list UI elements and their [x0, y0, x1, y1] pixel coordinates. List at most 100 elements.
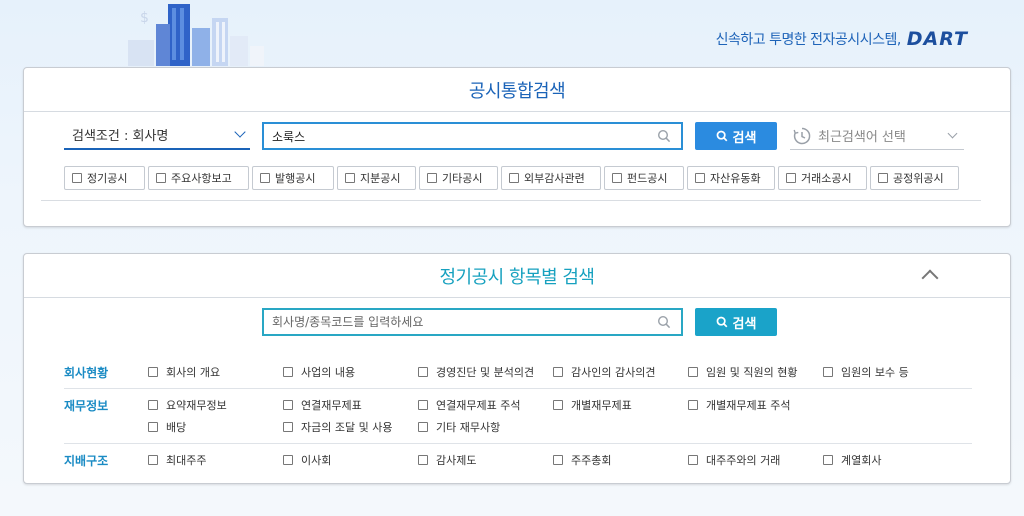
- item-checkbox[interactable]: 경영진단 및 분석의견: [418, 361, 553, 383]
- chevron-up-icon[interactable]: [921, 269, 939, 287]
- checkbox[interactable]: [260, 173, 270, 183]
- periodic-search-button-label: 검색: [732, 316, 757, 332]
- item-checkbox[interactable]: 대주주와의 거래: [688, 449, 823, 471]
- checkbox[interactable]: [688, 367, 698, 377]
- group-label: 회사현황: [64, 366, 109, 380]
- empty-slot: [823, 394, 958, 416]
- item-checkbox[interactable]: 배당: [148, 416, 283, 438]
- integrated-search-panel: 공시통합검색 검색조건 : 회사명 검색 최근검색어 선택 정기공시 주요사항보…: [23, 67, 1011, 227]
- divider: [41, 200, 981, 201]
- checkbox[interactable]: [878, 173, 888, 183]
- integrated-search-button-label: 검색: [732, 130, 757, 146]
- dart-logo[interactable]: DART: [907, 28, 968, 50]
- search-condition-label: 검색조건 : 회사명: [72, 128, 169, 144]
- category-checkbox[interactable]: 발행공시: [252, 166, 334, 190]
- item-checkbox[interactable]: 회사의 개요: [148, 361, 283, 383]
- checkbox[interactable]: [509, 173, 519, 183]
- item-checkbox[interactable]: 계열회사: [823, 449, 958, 471]
- checkbox[interactable]: [553, 400, 563, 410]
- checkbox[interactable]: [418, 367, 428, 377]
- checkbox[interactable]: [418, 400, 428, 410]
- category-checkbox[interactable]: 정기공시: [64, 166, 145, 190]
- group-governance: 지배구조 최대주주 이사회 감사제도 주주총회 대주주와의 거래 계열회사: [64, 444, 972, 476]
- checkbox[interactable]: [148, 455, 158, 465]
- checkbox[interactable]: [695, 173, 705, 183]
- checkbox[interactable]: [823, 455, 833, 465]
- checkbox[interactable]: [418, 422, 428, 432]
- category-checkbox[interactable]: 기타공시: [419, 166, 498, 190]
- header: $ 신속하고 투명한 전자공시시스템, DART: [0, 0, 1024, 66]
- company-search-input[interactable]: [264, 124, 657, 148]
- company-search-box[interactable]: [262, 122, 683, 150]
- checkbox[interactable]: [283, 422, 293, 432]
- checkbox[interactable]: [283, 367, 293, 377]
- search-icon[interactable]: [657, 129, 671, 143]
- checkbox[interactable]: [148, 400, 158, 410]
- checkbox[interactable]: [148, 422, 158, 432]
- integrated-search-title-bar: 공시통합검색: [24, 68, 1010, 112]
- category-checkbox[interactable]: 지분공시: [337, 166, 416, 190]
- group-label: 재무정보: [64, 399, 109, 413]
- integrated-search-title: 공시통합검색: [468, 80, 566, 102]
- periodic-search-title: 정기공시 항목별 검색: [439, 266, 595, 288]
- checkbox[interactable]: [786, 173, 796, 183]
- item-checkbox[interactable]: 임원의 보수 등: [823, 361, 958, 383]
- recent-search-label: 최근검색어 선택: [818, 130, 906, 145]
- category-checkbox[interactable]: 거래소공시: [778, 166, 867, 190]
- item-checkbox[interactable]: 자금의 조달 및 사용: [283, 416, 418, 438]
- item-checkbox[interactable]: 감사제도: [418, 449, 553, 471]
- checkbox[interactable]: [283, 455, 293, 465]
- checkbox[interactable]: [612, 173, 622, 183]
- city-buildings-illustration: $: [128, 4, 264, 66]
- item-checkbox[interactable]: 감사인의 감사의견: [553, 361, 688, 383]
- checkbox[interactable]: [283, 400, 293, 410]
- search-icon[interactable]: [657, 315, 671, 329]
- item-checkbox[interactable]: 이사회: [283, 449, 418, 471]
- search-icon: [716, 130, 727, 142]
- company-code-search-box[interactable]: [262, 308, 683, 336]
- item-checkbox[interactable]: 주주총회: [553, 449, 688, 471]
- disclosure-category-filters: 정기공시 주요사항보고 발행공시 지분공시 기타공시 외부감사관련 펀드공시 자…: [64, 166, 959, 190]
- checkbox[interactable]: [418, 455, 428, 465]
- checkbox[interactable]: [345, 173, 355, 183]
- periodic-search-title-bar: 정기공시 항목별 검색: [24, 254, 1010, 298]
- category-checkbox[interactable]: 외부감사관련: [501, 166, 601, 190]
- category-checkbox[interactable]: 펀드공시: [604, 166, 684, 190]
- item-checkbox[interactable]: 개별재무제표: [553, 394, 688, 416]
- checkbox[interactable]: [823, 367, 833, 377]
- group-financial-info: 재무정보 요약재무정보 연결재무제표 연결재무제표 주석 개별재무제표 개별재무…: [64, 389, 972, 444]
- checkbox[interactable]: [72, 173, 82, 183]
- chevron-down-icon: [947, 128, 958, 139]
- checkbox[interactable]: [688, 400, 698, 410]
- item-checkbox[interactable]: 기타 재무사항: [418, 416, 553, 438]
- search-condition-dropdown[interactable]: 검색조건 : 회사명: [64, 120, 250, 150]
- checkbox[interactable]: [553, 455, 563, 465]
- integrated-search-button[interactable]: 검색: [695, 122, 777, 150]
- recent-search-dropdown[interactable]: 최근검색어 선택: [790, 122, 964, 150]
- category-checkbox[interactable]: 공정위공시: [870, 166, 959, 190]
- chevron-down-icon: [234, 126, 246, 138]
- checkbox[interactable]: [553, 367, 563, 377]
- item-checkbox[interactable]: 최대주주: [148, 449, 283, 471]
- company-code-search-input[interactable]: [264, 310, 657, 334]
- item-checkbox[interactable]: 연결재무제표 주석: [418, 394, 553, 416]
- tagline: 신속하고 투명한 전자공시시스템,: [715, 32, 902, 48]
- checkbox[interactable]: [688, 455, 698, 465]
- checkbox[interactable]: [427, 173, 437, 183]
- item-checkbox[interactable]: 사업의 내용: [283, 361, 418, 383]
- group-company-status: 회사현황 회사의 개요 사업의 내용 경영진단 및 분석의견 감사인의 감사의견…: [64, 356, 972, 389]
- checkbox[interactable]: [156, 173, 166, 183]
- category-checkbox[interactable]: 주요사항보고: [148, 166, 249, 190]
- item-checkbox[interactable]: 개별재무제표 주석: [688, 394, 823, 416]
- history-clock-icon: [793, 127, 811, 144]
- svg-text:$: $: [140, 10, 149, 26]
- item-checkbox[interactable]: 요약재무정보: [148, 394, 283, 416]
- search-icon: [716, 316, 727, 328]
- periodic-search-button[interactable]: 검색: [695, 308, 777, 336]
- checkbox[interactable]: [148, 367, 158, 377]
- item-filter-groups: 회사현황 회사의 개요 사업의 내용 경영진단 및 분석의견 감사인의 감사의견…: [64, 356, 972, 476]
- item-checkbox[interactable]: 연결재무제표: [283, 394, 418, 416]
- periodic-disclosure-search-panel: 정기공시 항목별 검색 검색 회사현황 회사의 개요 사업의 내용 경영진단 및…: [23, 253, 1011, 484]
- item-checkbox[interactable]: 임원 및 직원의 현황: [688, 361, 823, 383]
- category-checkbox[interactable]: 자산유동화: [687, 166, 775, 190]
